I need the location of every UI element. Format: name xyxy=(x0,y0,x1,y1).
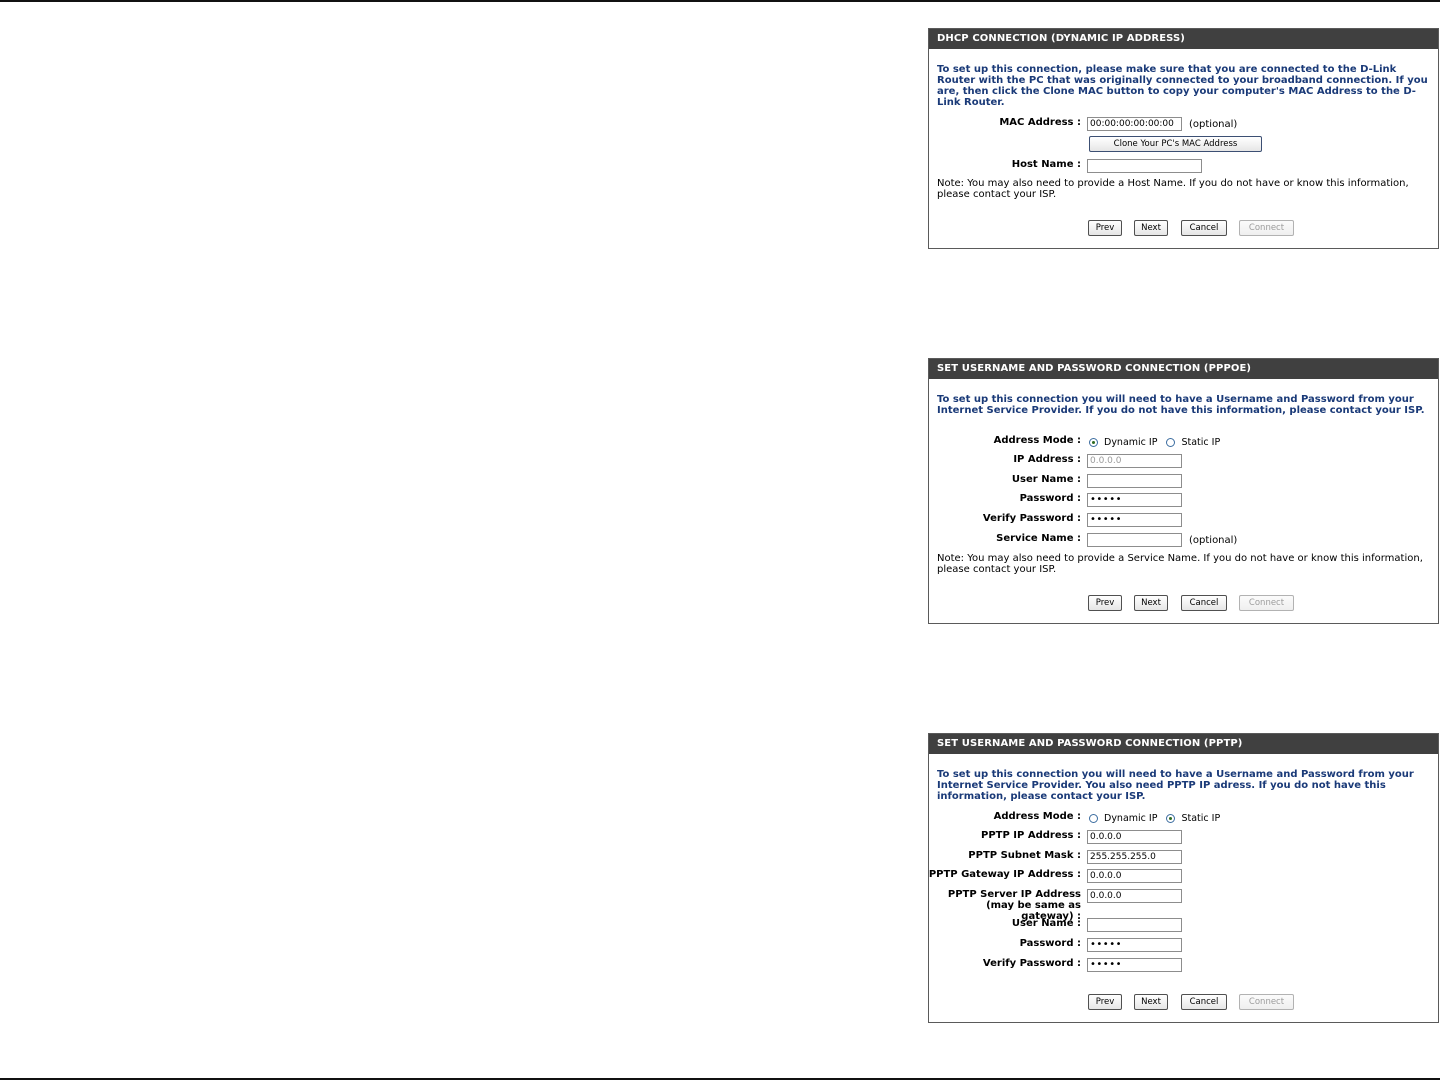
pppoe-service-name-row: Service Name : (optional) xyxy=(929,533,1438,549)
mac-optional-hint: (optional) xyxy=(1189,119,1238,130)
pptp-next-button[interactable]: Next xyxy=(1134,994,1168,1010)
pptp-subnet-mask-row: PPTP Subnet Mask : xyxy=(929,850,1438,866)
pppoe-ip-address-label: IP Address : xyxy=(1013,454,1081,465)
pptp-dynamic-ip-label: Dynamic IP xyxy=(1104,812,1158,824)
pppoe-prev-button[interactable]: Prev xyxy=(1088,595,1122,611)
pptp-password-label: Password : xyxy=(1019,938,1081,949)
dhcp-note: Note: You may also need to provide a Hos… xyxy=(937,178,1409,200)
pptp-address-mode-row: Address Mode : Dynamic IP Static IP xyxy=(929,811,1438,827)
pptp-verify-password-label: Verify Password : xyxy=(982,958,1081,969)
pptp-address-mode-group: Dynamic IP Static IP xyxy=(1089,811,1229,825)
pppoe-user-name-label: User Name : xyxy=(1011,474,1081,485)
pppoe-service-optional-hint: (optional) xyxy=(1189,535,1238,546)
pppoe-verify-password-label: Verify Password : xyxy=(982,513,1081,524)
pptp-gateway-row: PPTP Gateway IP Address : xyxy=(929,869,1438,885)
pptp-address-mode-label: Address Mode : xyxy=(993,811,1081,822)
pptp-static-ip-radio[interactable] xyxy=(1166,813,1176,823)
pptp-subnet-mask-input[interactable] xyxy=(1087,850,1182,864)
pptp-user-name-row: User Name : xyxy=(929,918,1438,934)
pptp-server-row: PPTP Server IP Address (may be same as g… xyxy=(929,889,1438,922)
pptp-password-row: Password : ••••• xyxy=(929,938,1438,954)
pptp-ip-address-input[interactable] xyxy=(1087,830,1182,844)
pptp-prev-button[interactable]: Prev xyxy=(1088,994,1122,1010)
pptp-dynamic-ip-radio[interactable] xyxy=(1089,813,1098,823)
dhcp-panel-title: DHCP CONNECTION (DYNAMIC IP ADDRESS) xyxy=(929,29,1438,49)
pptp-verify-password-row: Verify Password : ••••• xyxy=(929,958,1438,974)
pptp-ip-address-label: PPTP IP Address : xyxy=(981,830,1081,841)
pptp-user-name-input[interactable] xyxy=(1087,918,1182,932)
pppoe-address-mode-label: Address Mode : xyxy=(993,435,1081,446)
pptp-gateway-input[interactable] xyxy=(1087,869,1182,883)
pptp-ip-address-row: PPTP IP Address : xyxy=(929,830,1438,846)
clone-mac-button[interactable]: Clone Your PC's MAC Address xyxy=(1089,136,1262,152)
pptp-verify-password-input[interactable]: ••••• xyxy=(1087,958,1182,972)
dhcp-cancel-button[interactable]: Cancel xyxy=(1181,220,1227,236)
pppoe-ip-address-row: IP Address : xyxy=(929,454,1438,470)
pptp-server-input[interactable] xyxy=(1087,889,1182,903)
pppoe-address-mode-row: Address Mode : Dynamic IP Static IP xyxy=(929,435,1438,451)
bottom-rule xyxy=(0,1078,1440,1080)
pppoe-service-name-label: Service Name : xyxy=(996,533,1081,544)
host-name-input[interactable] xyxy=(1087,159,1202,173)
pppoe-static-ip-label: Static IP xyxy=(1181,436,1221,448)
dhcp-intro-text: To set up this connection, please make s… xyxy=(937,64,1428,108)
pptp-user-name-label: User Name : xyxy=(1011,918,1081,929)
pppoe-cancel-button[interactable]: Cancel xyxy=(1181,595,1227,611)
pppoe-user-name-input[interactable] xyxy=(1087,474,1182,488)
pptp-gateway-label: PPTP Gateway IP Address : xyxy=(928,869,1081,880)
pptp-connect-button[interactable]: Connect xyxy=(1239,994,1294,1010)
mac-address-row: MAC Address : (optional) xyxy=(929,117,1438,133)
pptp-panel-title: SET USERNAME AND PASSWORD CONNECTION (PP… xyxy=(929,734,1438,754)
pppoe-dynamic-ip-label: Dynamic IP xyxy=(1104,436,1158,448)
pptp-cancel-button[interactable]: Cancel xyxy=(1181,994,1227,1010)
pppoe-service-name-input[interactable] xyxy=(1087,533,1182,547)
pppoe-intro-text: To set up this connection you will need … xyxy=(937,394,1425,416)
pptp-static-ip-label: Static IP xyxy=(1181,812,1221,824)
dhcp-panel: DHCP CONNECTION (DYNAMIC IP ADDRESS) To … xyxy=(928,28,1439,249)
host-name-row: Host Name : xyxy=(929,159,1438,175)
pppoe-password-input[interactable]: ••••• xyxy=(1087,493,1182,507)
pppoe-connect-button[interactable]: Connect xyxy=(1239,595,1294,611)
pptp-intro-text: To set up this connection you will need … xyxy=(937,769,1414,802)
pppoe-password-row: Password : ••••• xyxy=(929,493,1438,509)
top-rule xyxy=(0,0,1440,2)
mac-address-label: MAC Address : xyxy=(999,117,1081,128)
pptp-subnet-mask-label: PPTP Subnet Mask : xyxy=(968,850,1081,861)
dhcp-prev-button[interactable]: Prev xyxy=(1088,220,1122,236)
pppoe-address-mode-group: Dynamic IP Static IP xyxy=(1089,435,1229,449)
pppoe-verify-password-row: Verify Password : ••••• xyxy=(929,513,1438,529)
dhcp-next-button[interactable]: Next xyxy=(1134,220,1168,236)
pppoe-panel-title: SET USERNAME AND PASSWORD CONNECTION (PP… xyxy=(929,359,1438,379)
pppoe-next-button[interactable]: Next xyxy=(1134,595,1168,611)
pppoe-verify-password-input[interactable]: ••••• xyxy=(1087,513,1182,527)
pppoe-user-name-row: User Name : xyxy=(929,474,1438,490)
pppoe-password-label: Password : xyxy=(1019,493,1081,504)
pppoe-dynamic-ip-radio[interactable] xyxy=(1089,437,1098,447)
pptp-panel: SET USERNAME AND PASSWORD CONNECTION (PP… xyxy=(928,733,1439,1023)
pppoe-ip-address-input[interactable] xyxy=(1087,454,1182,468)
pppoe-note: Note: You may also need to provide a Ser… xyxy=(937,553,1423,575)
dhcp-connect-button[interactable]: Connect xyxy=(1239,220,1294,236)
host-name-label: Host Name : xyxy=(1011,159,1081,170)
pptp-password-input[interactable]: ••••• xyxy=(1087,938,1182,952)
pppoe-panel: SET USERNAME AND PASSWORD CONNECTION (PP… xyxy=(928,358,1439,624)
mac-address-input[interactable] xyxy=(1087,117,1182,131)
pppoe-static-ip-radio[interactable] xyxy=(1166,437,1176,447)
